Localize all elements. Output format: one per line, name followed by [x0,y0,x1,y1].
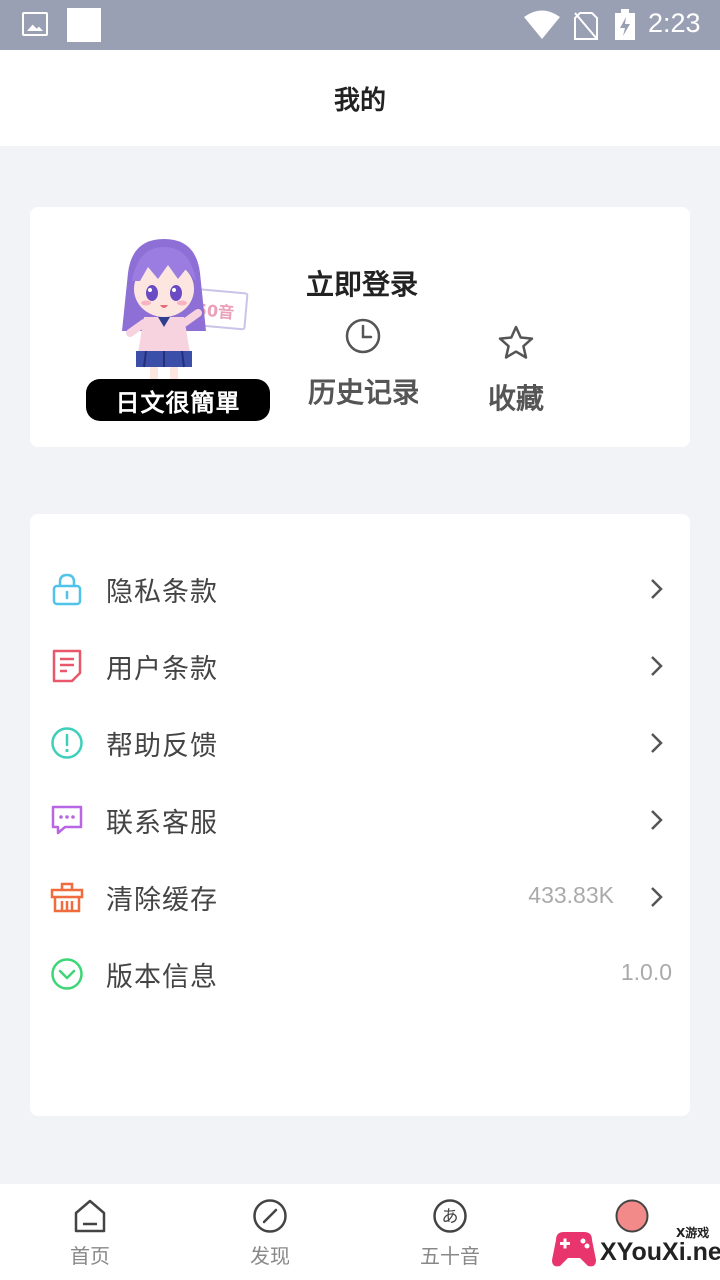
tab-label: 首页 [70,1244,110,1268]
chevron-right-icon [651,887,663,907]
watermark: X游戏 XYouXi.net [548,1222,720,1278]
hiragana-a-icon: あ [433,1199,467,1233]
page-title: 我的 [333,85,386,116]
wifi-icon [524,10,560,39]
battery-charging-icon [615,9,635,40]
chevron-right-icon [651,733,663,753]
app-header: 我的 [0,50,720,146]
no-sim-icon [574,12,598,40]
menu-item-version-info[interactable]: 版本信息 1.0.0 [30,935,690,1012]
tab-label: 发现 [250,1244,290,1268]
clock-time: 2:23 [648,8,701,38]
menu-item-label: 帮助反馈 [106,731,218,762]
hiragana-glyph: あ [442,1207,459,1227]
login-link[interactable]: 立即登录 [306,263,418,303]
tab-discover[interactable]: 发现 [210,1198,330,1269]
history-label: 历史记录 [308,376,418,409]
menu-item-customer-service[interactable]: 联系客服 [30,781,690,858]
version-value: 1.0.0 [620,959,672,985]
history-button[interactable]: 历史记录 [308,317,418,427]
gallery-notification-icon [22,12,48,36]
status-bar: 2:23 [0,0,720,50]
menu-item-help-feedback[interactable]: 帮助反馈 [30,704,690,781]
menu-item-label: 联系客服 [106,808,218,839]
chevron-right-icon [651,810,663,830]
favorites-button[interactable]: 收藏 [461,317,571,417]
clock-icon [345,318,381,354]
watermark-text: XYouXi.net [600,1238,720,1266]
avatar-banner: 日文很簡單 [86,379,270,421]
menu-item-privacy[interactable]: 隐私条款 [30,550,690,627]
cache-size-value: 433.83K [528,882,614,908]
profile-card: 50音 日文很簡單 立即登录 历史记录 收藏 [30,207,690,447]
menu-item-label: 用户条款 [106,654,218,685]
menu-item-label: 清除缓存 [106,885,218,916]
menu-item-clear-cache[interactable]: 清除缓存 433.83K [30,858,690,935]
menu-item-user-terms[interactable]: 用户条款 [30,627,690,704]
notification-square-icon [67,8,101,42]
lock-icon [52,573,82,606]
favorites-label: 收藏 [487,382,544,415]
menu-item-label: 版本信息 [106,962,218,993]
exclamation-circle-icon [51,727,83,759]
anime-girl-mascot-icon: 50音 [122,239,249,379]
tab-fifty-sounds[interactable]: あ 五十音 [390,1198,510,1269]
basket-icon [50,882,84,913]
document-icon [52,649,82,683]
compass-icon [253,1199,287,1233]
star-icon [498,325,534,359]
tab-home[interactable]: 首页 [30,1198,150,1269]
chat-icon [51,805,83,835]
home-icon [74,1199,106,1233]
check-circle-icon [51,958,83,990]
avatar[interactable]: 50音 日文很簡單 [86,233,270,421]
tab-label: 五十音 [420,1244,480,1268]
chevron-right-icon [651,579,663,599]
chevron-right-icon [651,656,663,676]
gamepad-logo-icon [552,1232,596,1267]
settings-menu: 隐私条款 用户条款 帮助反馈 联系客服 清除缓存 433.83K 版本信息 1.… [30,514,690,1116]
menu-item-label: 隐私条款 [106,577,218,608]
